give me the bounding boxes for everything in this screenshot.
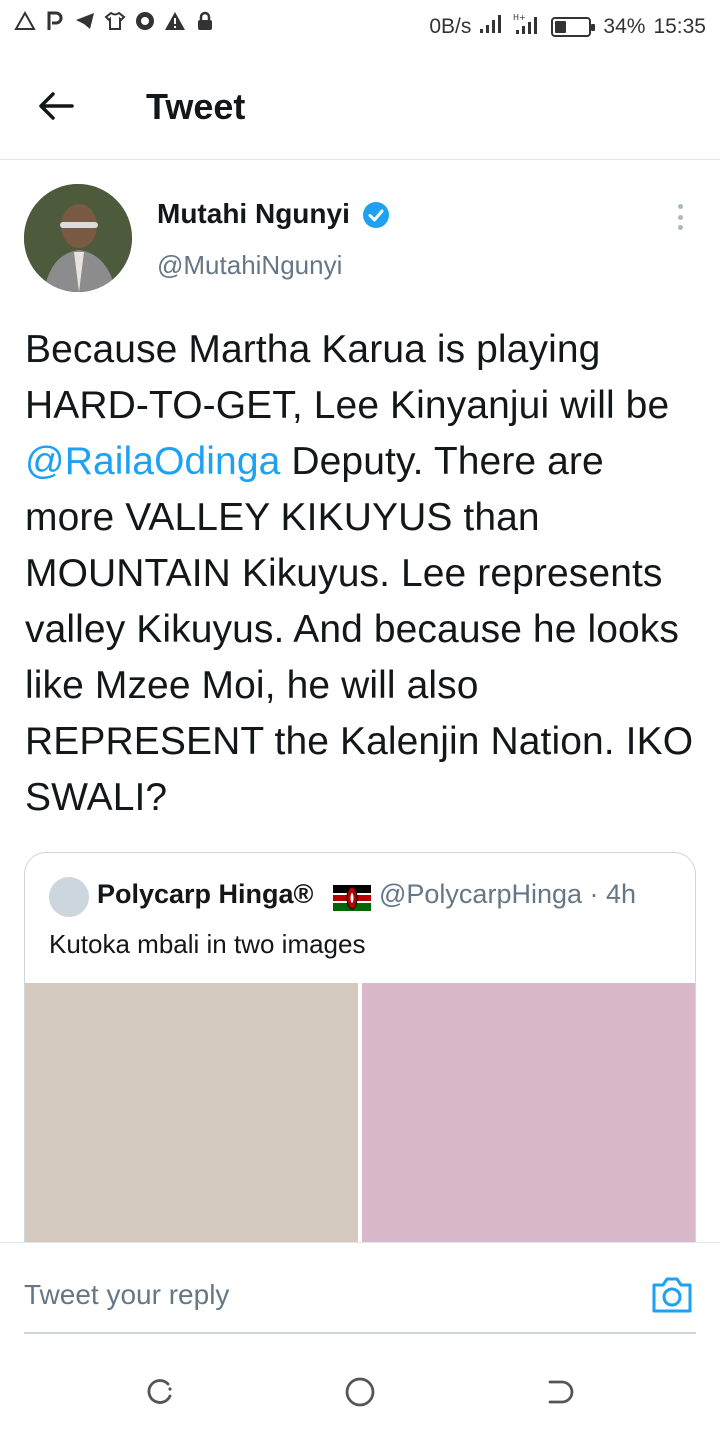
back-nav-icon xyxy=(548,1380,574,1404)
avatar-photo xyxy=(24,184,132,292)
camera-icon xyxy=(652,1277,692,1313)
tweet-text: Because Martha Karua is playing HARD-TO-… xyxy=(25,322,697,826)
mention-link[interactable]: @RailaOdinga xyxy=(25,440,280,483)
page-title: Tweet xyxy=(146,86,246,127)
quote-author-name: Polycarp Hinga® xyxy=(97,879,314,909)
clock: 15:35 xyxy=(653,15,706,38)
quote-image[interactable] xyxy=(25,983,358,1271)
quoted-tweet[interactable]: Polycarp Hinga® @PolycarpHinga · 4h Kuto… xyxy=(24,852,696,1272)
recent-apps-icon xyxy=(147,1379,172,1404)
svg-text:H+: H+ xyxy=(513,13,526,22)
arrow-left-icon xyxy=(39,92,74,120)
home-button[interactable] xyxy=(342,1374,378,1410)
signal-icon-secondary: H+ xyxy=(513,12,543,42)
quote-text: Kutoka mbali in two images xyxy=(49,929,366,959)
author-name[interactable]: Mutahi Ngunyi xyxy=(157,198,350,230)
warning-icon xyxy=(14,10,36,32)
author-handle[interactable]: @MutahiNgunyi xyxy=(157,250,342,281)
divider xyxy=(24,1332,696,1334)
more-options-button[interactable] xyxy=(668,200,692,234)
battery-percent: 34% xyxy=(603,15,646,38)
lock-icon xyxy=(194,10,216,32)
dot-icon xyxy=(677,204,683,209)
signal-icon xyxy=(479,13,505,41)
shirt-icon xyxy=(104,10,126,32)
net-speed: 0B/s xyxy=(429,15,472,38)
home-circle-icon xyxy=(345,1377,375,1407)
reply-bar: Tweet your reply xyxy=(0,1242,720,1334)
system-status: 0B/s H+ 34% 15:35 xyxy=(429,12,706,42)
reply-input[interactable]: Tweet your reply xyxy=(24,1279,229,1311)
battery-fill xyxy=(555,21,567,33)
recent-apps-button[interactable] xyxy=(142,1374,178,1410)
chrome-icon xyxy=(134,10,156,32)
status-bar: 0B/s H+ 34% 15:35 xyxy=(0,0,720,50)
dot-icon xyxy=(677,225,683,230)
author-avatar[interactable] xyxy=(24,184,132,292)
back-button[interactable] xyxy=(34,84,78,128)
battery-icon xyxy=(551,17,596,37)
tweet-text-part: Because Martha Karua is playing HARD-TO-… xyxy=(25,328,670,427)
quote-image[interactable] xyxy=(362,983,695,1271)
dot-icon xyxy=(677,214,683,220)
back-nav-button[interactable] xyxy=(542,1374,578,1410)
tweet-text-part: Deputy. There are more VALLEY KIKUYUS th… xyxy=(25,440,694,819)
navigation-bar xyxy=(0,1344,720,1440)
kenya-flag-icon xyxy=(333,885,371,911)
header: Tweet xyxy=(0,50,720,160)
notification-icons xyxy=(14,10,216,32)
quote-author-handle: @PolycarpHinga · 4h xyxy=(379,879,637,909)
p-icon xyxy=(44,10,66,32)
alert-icon xyxy=(164,10,186,32)
camera-button[interactable] xyxy=(650,1275,694,1315)
quote-author-avatar xyxy=(49,877,89,917)
verified-badge-icon xyxy=(362,201,390,229)
telegram-icon xyxy=(74,10,96,32)
